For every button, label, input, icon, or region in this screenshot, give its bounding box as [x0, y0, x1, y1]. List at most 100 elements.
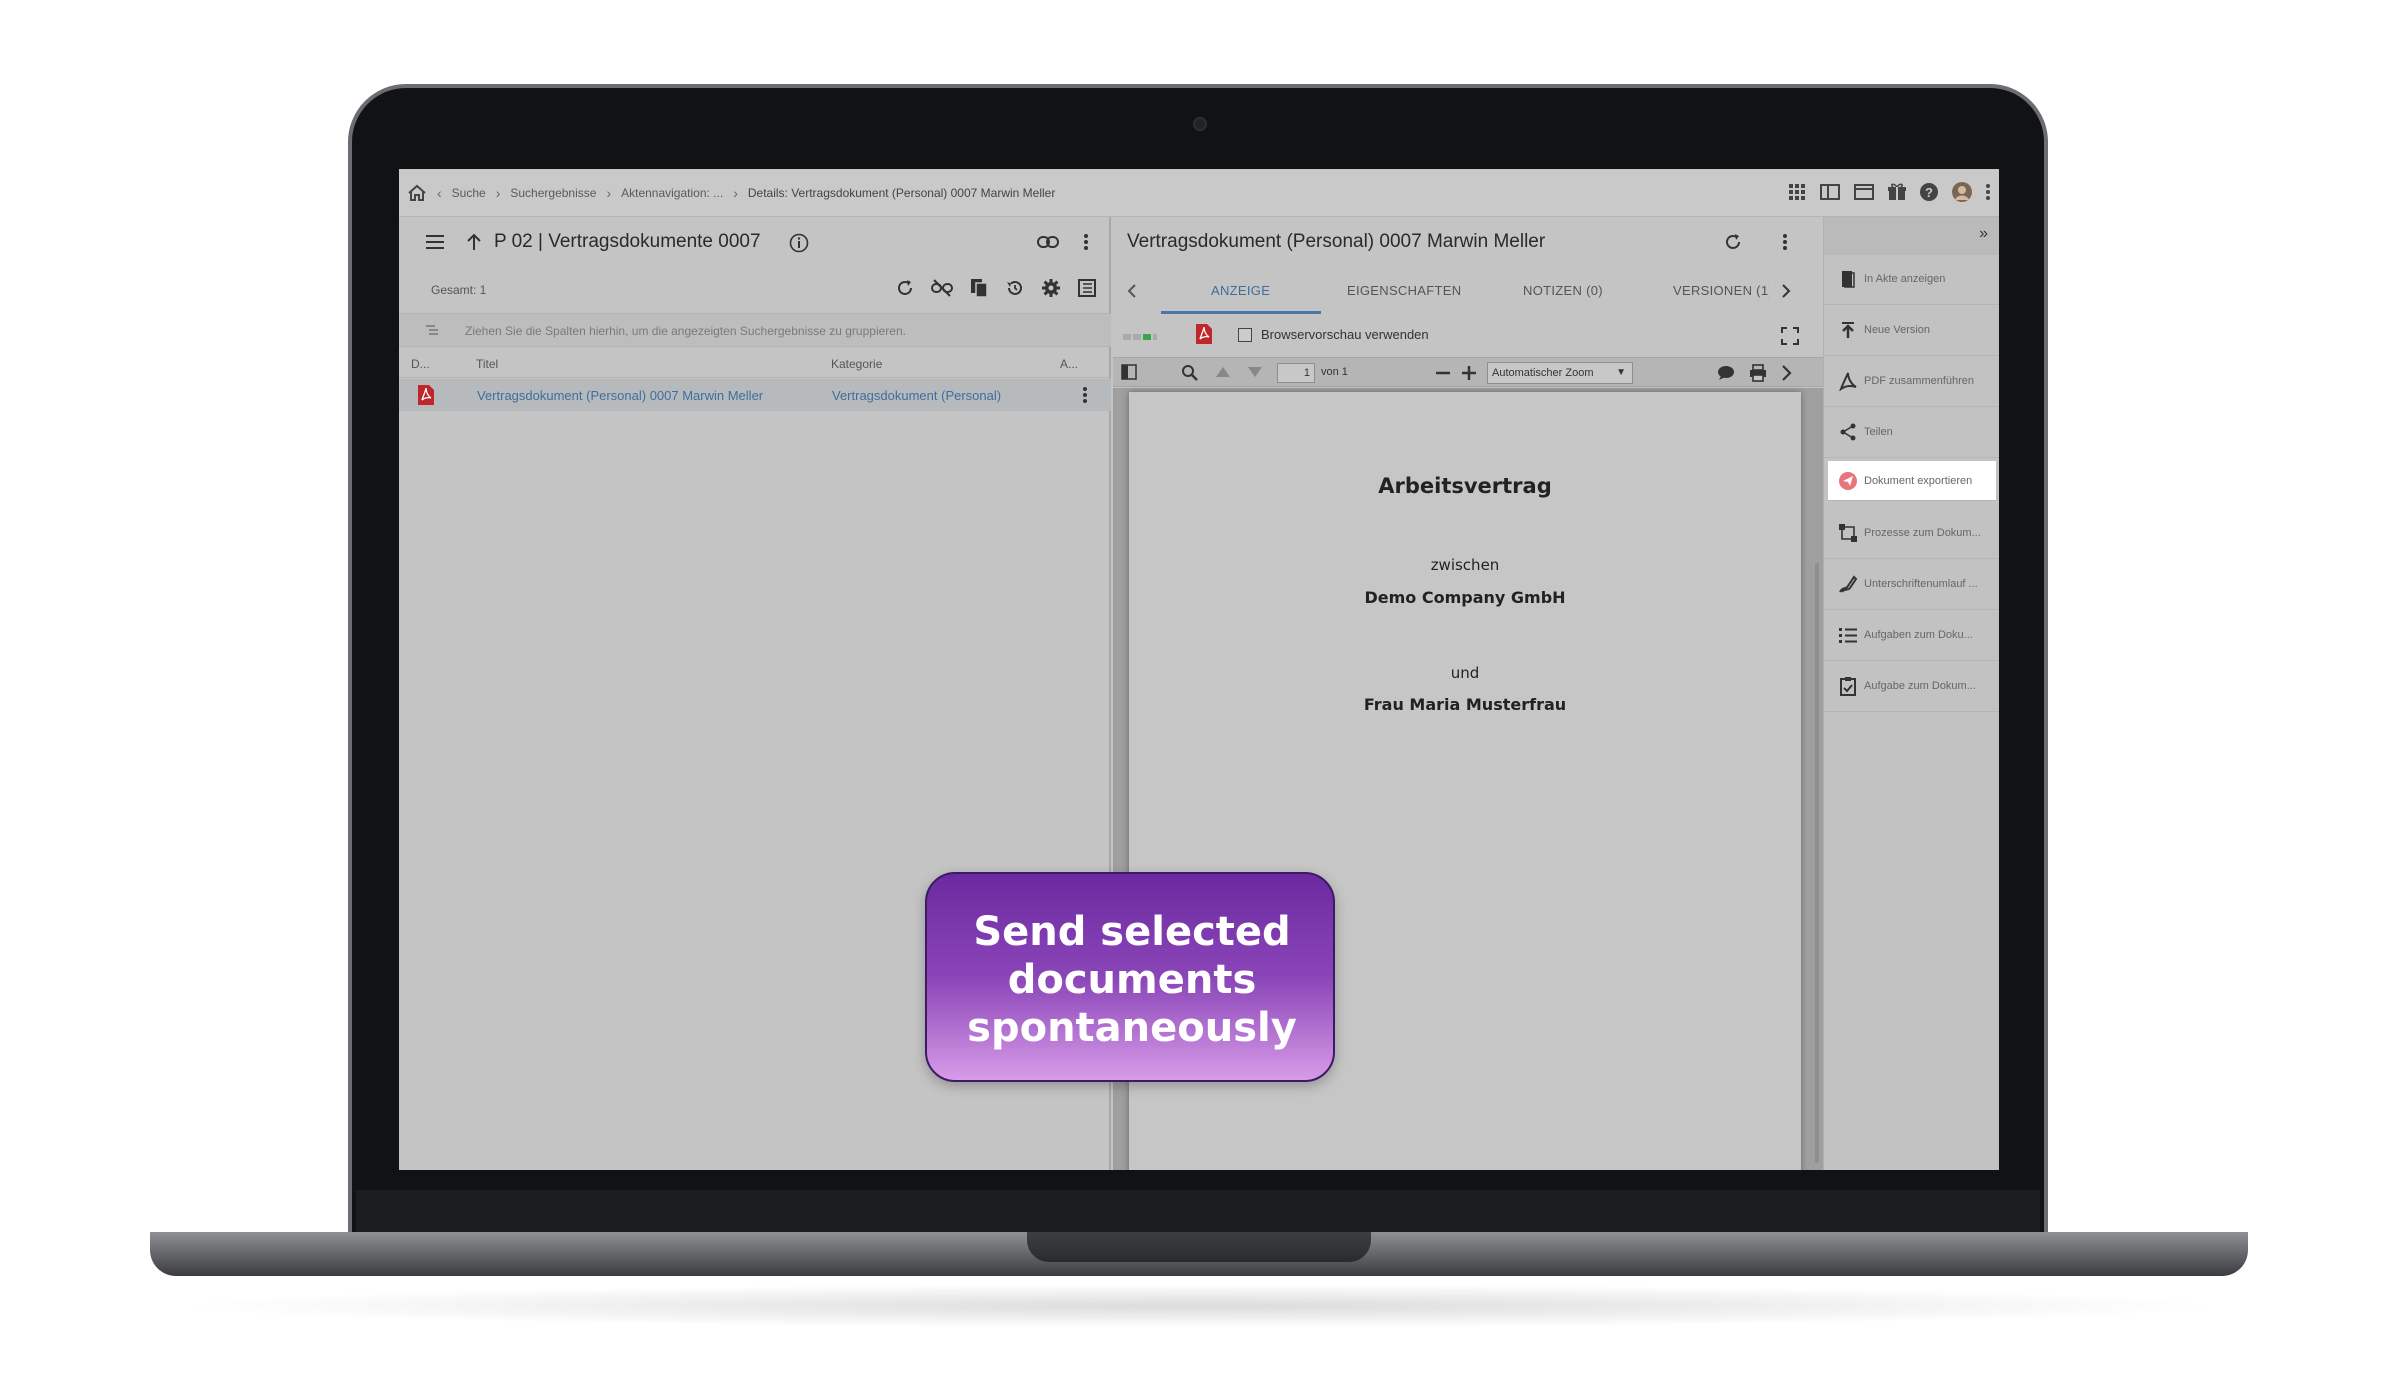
chevron-right-icon[interactable]	[1781, 283, 1791, 299]
group-drop-zone[interactable]: Ziehen Sie die Spalten hierhin, um die a…	[399, 313, 1111, 347]
pdf-merge-icon	[1838, 371, 1858, 392]
chevron-left-icon[interactable]	[1127, 283, 1137, 299]
callout-text: Send selected documents spontaneously	[967, 909, 1297, 1051]
action-pdf-zusammenfuehren[interactable]: PDF zusammenführen	[1824, 357, 1999, 407]
group-hint-text: Ziehen Sie die Spalten hierhin, um die a…	[465, 324, 906, 338]
comment-icon[interactable]	[1717, 365, 1735, 381]
table-row[interactable]: Vertragsdokument (Personal) 0007 Marwin …	[399, 379, 1111, 411]
pdf-file-icon	[1195, 323, 1213, 345]
help-icon[interactable]: ?	[1919, 182, 1939, 202]
pdf-toolbar: 1 von 1 Automatischer Zoom ▼	[1113, 357, 1823, 387]
action-label: Aufgabe zum Dokum...	[1864, 680, 1976, 692]
task-list-icon	[1838, 625, 1858, 645]
row-title-link[interactable]: Vertragsdokument (Personal) 0007 Marwin …	[477, 388, 763, 403]
search-icon[interactable]	[1181, 364, 1199, 382]
chevron-right-icon: ›	[606, 185, 612, 201]
breadcrumb-item-details: Details: Vertragsdokument (Personal) 000…	[747, 186, 1056, 200]
action-label: Neue Version	[1864, 324, 1931, 336]
unlink-icon[interactable]	[931, 277, 953, 299]
gift-icon[interactable]	[1887, 182, 1907, 202]
share-icon	[1838, 422, 1858, 442]
callout-overlay: Send selected documents spontaneously	[925, 872, 1335, 1082]
link-icon[interactable]	[1037, 235, 1059, 249]
results-title: P 02 | Vertragsdokumente 0007	[494, 231, 761, 252]
active-tab-indicator	[1161, 311, 1321, 314]
folder-open-icon	[1838, 269, 1858, 289]
column-header-kategorie[interactable]: Kategorie	[831, 357, 882, 371]
chevron-right-icon[interactable]	[1781, 364, 1793, 382]
document-party-2: Frau Maria Musterfrau	[1363, 695, 1567, 714]
avatar[interactable]	[1951, 181, 1973, 203]
action-teilen[interactable]: Teilen	[1824, 408, 1999, 458]
tab-notizen[interactable]: NOTIZEN (0)	[1523, 283, 1603, 298]
refresh-icon[interactable]	[895, 277, 915, 299]
svg-text:?: ?	[1925, 185, 1933, 200]
sidebar-collapse-bar: »	[1824, 217, 1999, 255]
more-vertical-icon[interactable]	[1083, 232, 1089, 252]
action-aufgabe-zum-dokument[interactable]: Aufgabe zum Dokum...	[1824, 662, 1999, 712]
column-header-a[interactable]: A...	[1060, 357, 1078, 371]
results-toolbar	[895, 277, 1097, 299]
zoom-out-icon[interactable]	[1435, 365, 1451, 381]
column-header-d[interactable]: D...	[411, 357, 430, 371]
clipboard-icon	[1838, 676, 1858, 696]
result-count: Gesamt: 1	[431, 283, 487, 297]
export-icon	[1838, 471, 1858, 491]
layout-split-icon[interactable]	[1819, 182, 1841, 202]
refresh-icon[interactable]	[1723, 232, 1743, 252]
history-icon[interactable]	[1005, 277, 1025, 299]
top-bar: ‹ Suche › Suchergebnisse › Aktennavigati…	[399, 169, 1999, 217]
chevron-right-icon: ›	[495, 185, 501, 201]
browser-preview-label: Browservorschau verwenden	[1261, 327, 1429, 342]
sidebar-toggle-icon[interactable]	[1121, 364, 1137, 380]
breadcrumb-item-aktennavigation[interactable]: Aktennavigation: ...	[621, 186, 723, 200]
page-number-input[interactable]: 1	[1277, 363, 1315, 383]
results-header: P 02 | Vertragsdokumente 0007	[399, 217, 1111, 267]
pdf-file-icon	[417, 384, 435, 406]
fullscreen-icon[interactable]	[1781, 327, 1799, 345]
table-view-icon[interactable]	[1077, 277, 1097, 299]
top-icons: ?	[1787, 181, 1991, 203]
zoom-select[interactable]: Automatischer Zoom ▼	[1487, 362, 1633, 384]
next-page-icon[interactable]	[1247, 366, 1263, 378]
document-title: Vertragsdokument (Personal) 0007 Marwin …	[1127, 231, 1546, 252]
arrow-up-icon[interactable]	[465, 232, 483, 252]
tab-versionen[interactable]: VERSIONEN (1)	[1673, 283, 1769, 298]
action-in-akte-anzeigen[interactable]: In Akte anzeigen	[1824, 255, 1999, 305]
settings-icon[interactable]	[1041, 277, 1061, 299]
action-label: Aufgaben zum Doku...	[1864, 629, 1973, 641]
action-label: In Akte anzeigen	[1864, 273, 1946, 285]
window-icon[interactable]	[1853, 182, 1875, 202]
apps-grid-icon[interactable]	[1787, 182, 1807, 202]
action-neue-version[interactable]: Neue Version	[1824, 306, 1999, 356]
viewer-options: Browservorschau verwenden	[1113, 315, 1823, 355]
more-vertical-icon[interactable]	[1985, 182, 1991, 202]
breadcrumb-item-suche[interactable]: Suche	[452, 186, 486, 200]
chevron-left-icon[interactable]: ‹	[437, 185, 442, 201]
vertical-scrollbar[interactable]	[1815, 563, 1819, 1163]
action-unterschriftenumlauf[interactable]: Unterschriftenumlauf ...	[1824, 560, 1999, 610]
column-header-titel[interactable]: Titel	[476, 357, 498, 371]
info-icon[interactable]	[789, 233, 809, 253]
action-aufgaben-zum-dokument[interactable]: Aufgaben zum Doku...	[1824, 611, 1999, 661]
breadcrumb-item-suchergebnisse[interactable]: Suchergebnisse	[510, 186, 596, 200]
browser-preview-checkbox[interactable]	[1238, 328, 1252, 342]
document-line-zwischen: zwischen	[1430, 556, 1500, 574]
document-line-und: und	[1450, 664, 1480, 682]
previous-page-icon[interactable]	[1215, 366, 1231, 378]
print-icon[interactable]	[1749, 364, 1767, 382]
tab-eigenschaften[interactable]: EIGENSCHAFTEN	[1347, 283, 1461, 298]
action-prozesse-zum-dokument[interactable]: Prozesse zum Dokum...	[1824, 509, 1999, 559]
more-vertical-icon[interactable]	[1782, 232, 1788, 252]
signature-icon	[1838, 574, 1858, 594]
menu-icon[interactable]	[425, 234, 445, 250]
collapse-sidebar-icon[interactable]: »	[1979, 225, 1988, 243]
row-more-icon[interactable]	[1082, 386, 1088, 404]
loading-indicator-icon	[1123, 333, 1157, 341]
action-label: Unterschriftenumlauf ...	[1864, 578, 1978, 590]
home-icon[interactable]	[407, 184, 427, 202]
action-dokument-exportieren[interactable]: Dokument exportieren	[1828, 461, 1996, 501]
copy-documents-icon[interactable]	[969, 277, 989, 299]
zoom-in-icon[interactable]	[1461, 365, 1477, 381]
tab-anzeige[interactable]: ANZEIGE	[1211, 283, 1270, 298]
